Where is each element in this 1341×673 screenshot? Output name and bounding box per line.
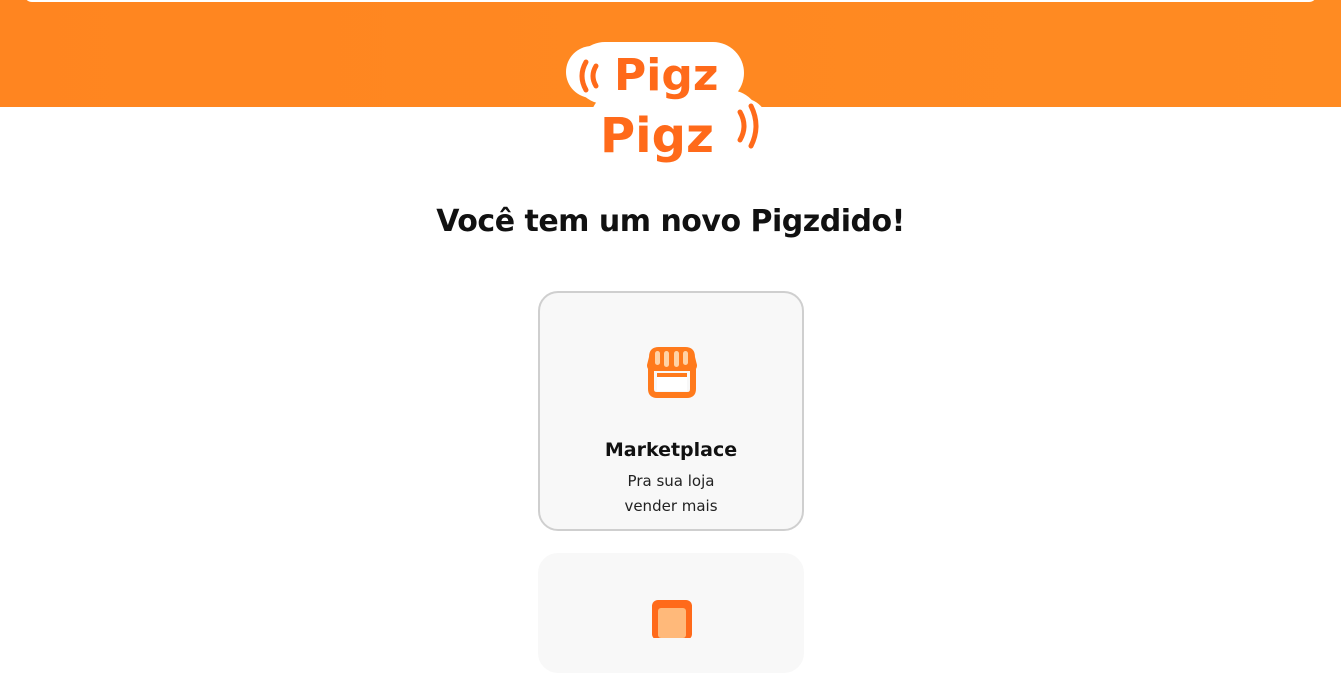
card-description-line: Pra sua loja [627, 472, 715, 490]
svg-text:Pigz: Pigz [600, 108, 714, 164]
pigz-logo: Pigz Pigz [562, 32, 772, 170]
second-option-card[interactable] [538, 553, 804, 673]
card-title: Marketplace [604, 439, 738, 461]
app-icon [651, 598, 693, 640]
top-navigation-bar [24, 0, 1317, 2]
page-title: Você tem um novo Pigzdido! [436, 204, 905, 239]
marketplace-card[interactable]: Marketplace Pra sua loja vender mais [538, 291, 804, 531]
card-description-line: vender mais [624, 497, 718, 515]
storefront-icon [641, 339, 703, 399]
svg-text:Pigz: Pigz [614, 50, 718, 101]
card-description: Pra sua loja vender mais [540, 469, 802, 519]
